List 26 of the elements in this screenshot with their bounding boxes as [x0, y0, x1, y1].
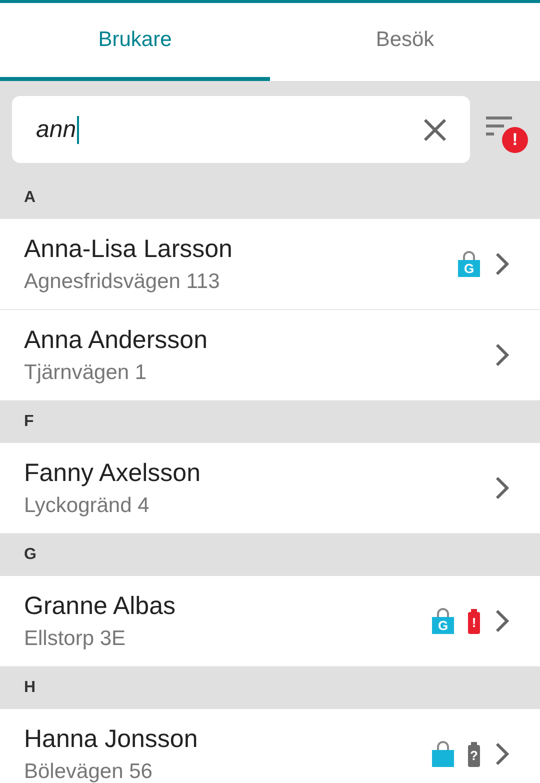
client-address: Lyckogränd 4 — [24, 494, 150, 518]
filter-icon[interactable] — [484, 116, 514, 138]
client-name: Anna-Lisa Larsson — [24, 234, 234, 264]
client-address: Ellstorp 3E — [24, 626, 127, 650]
client-address: Tjärnvägen 1 — [24, 360, 148, 384]
section-letter: A — [24, 189, 36, 207]
client-address: Agnesfridsvägen 113 — [24, 270, 221, 294]
battery-icon: ! — [468, 612, 480, 634]
client-name: Anna Andersson — [24, 326, 208, 354]
client-name: Granne Albas — [24, 592, 176, 620]
alert-badge: ! — [502, 126, 528, 152]
section-letter: H — [24, 679, 36, 697]
chevron-icon — [494, 608, 510, 634]
client-name: Hanna Jonsson — [24, 724, 199, 754]
section-letter: G — [24, 546, 36, 564]
battery-icon: ? — [468, 744, 480, 766]
section-letter: F — [24, 413, 34, 431]
close-icon[interactable] — [422, 116, 448, 142]
client-name: Fanny Axelsson — [24, 458, 202, 488]
chevron-icon — [494, 741, 510, 767]
chevron-icon — [494, 251, 510, 277]
search-field[interactable]: ann — [12, 96, 470, 163]
chevron-icon — [494, 475, 510, 501]
bag-icon — [432, 741, 454, 767]
client-address: Bölevägen 56 — [24, 760, 154, 783]
chevron-icon — [494, 342, 510, 368]
